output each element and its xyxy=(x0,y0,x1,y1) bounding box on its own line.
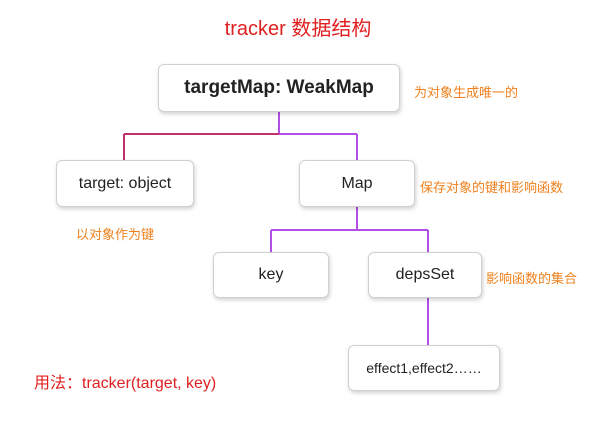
node-targetmap-label: targetMap: WeakMap xyxy=(184,77,374,98)
note-targetmap: 为对象生成唯一的 xyxy=(414,85,519,100)
node-targetmap: targetMap: WeakMap xyxy=(158,64,400,112)
note-target: 以对象作为键 xyxy=(76,227,155,242)
node-key-label: key xyxy=(258,266,284,283)
note-depsset: 影响函数的集合 xyxy=(486,271,578,286)
node-key: key xyxy=(213,252,329,298)
note-map: 保存对象的键和影响函数 xyxy=(420,180,564,195)
node-effects-label: effect1,effect2…… xyxy=(366,360,482,376)
node-target: target: object xyxy=(56,160,194,207)
node-map: Map xyxy=(299,160,415,207)
node-depsset: depsSet xyxy=(368,252,482,298)
node-target-label: target: object xyxy=(78,174,172,192)
node-depsset-label: depsSet xyxy=(395,266,455,283)
node-map-label: Map xyxy=(341,174,373,192)
usage-text: 用法：tracker(target, key) xyxy=(34,375,217,392)
node-effects: effect1,effect2…… xyxy=(348,345,500,391)
